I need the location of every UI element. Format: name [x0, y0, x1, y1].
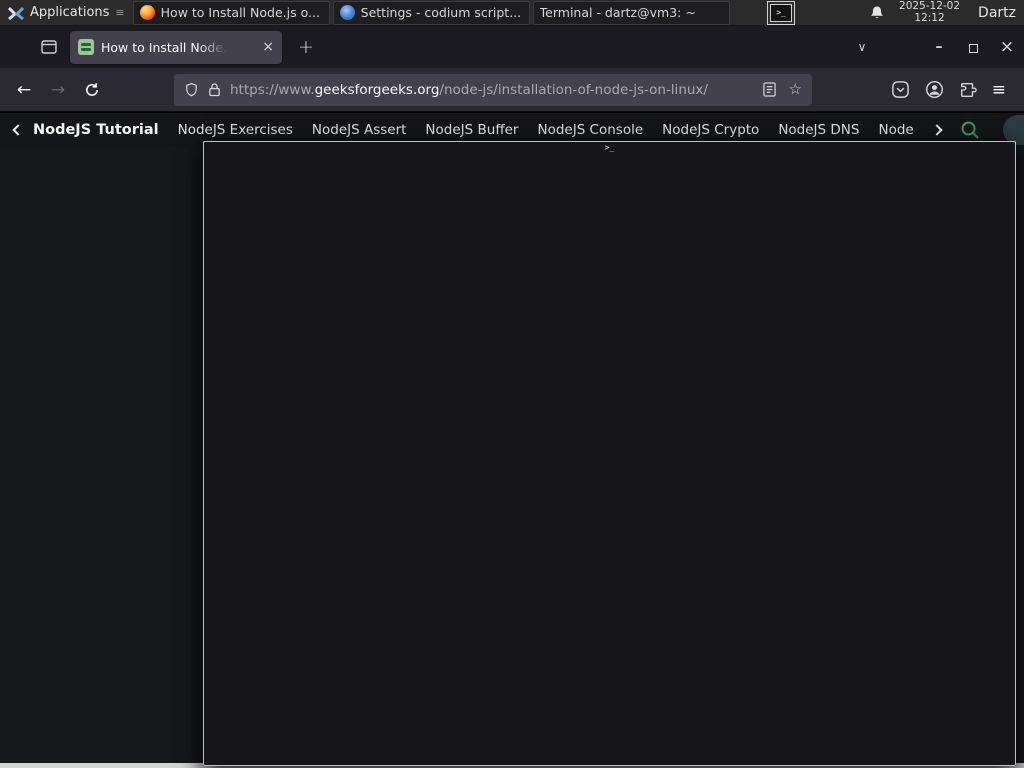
nav-link[interactable]: NodeJS Console	[537, 122, 643, 138]
system-tray: >_ 2025-12-02 12:12 Dartz	[767, 0, 1024, 26]
chevron-right-icon[interactable]	[931, 124, 943, 136]
notification-bell-icon[interactable]	[869, 5, 885, 21]
terminal-glyph: >_	[770, 3, 793, 22]
nav-link[interactable]: Node	[878, 122, 913, 138]
forward-button[interactable]: →	[46, 80, 70, 100]
applications-label: Applications	[30, 5, 110, 20]
url-scheme: https://www.	[230, 81, 315, 98]
nav-link[interactable]: NodeJS Crypto	[662, 122, 759, 138]
taskbar-button-firefox[interactable]: How to Install Node.js o...	[132, 0, 330, 25]
back-button[interactable]: ←	[12, 80, 36, 100]
shield-icon[interactable]	[184, 82, 199, 98]
url-bar[interactable]: https://www.geeksforgeeks.org/node-js/in…	[174, 73, 812, 106]
nav-link[interactable]: NodeJS Exercises	[178, 122, 293, 138]
search-icon[interactable]	[960, 120, 980, 140]
taskbar-button-terminal[interactable]: >_ Terminal - dartz@vm3: ~	[203, 0, 1016, 766]
extensions-icon[interactable]	[959, 81, 977, 99]
navigation-toolbar: ← → https://www.geeksforgeeks.org/node-j…	[0, 68, 1024, 112]
nav-link[interactable]: NodeJS Buffer	[425, 122, 518, 138]
chevron-left-icon[interactable]	[12, 124, 24, 136]
firefox-icon	[139, 5, 155, 20]
codium-icon	[339, 5, 355, 20]
taskbar-button-label: How to Install Node.js o...	[160, 5, 320, 20]
page-nav-links: NodeJS Tutorial NodeJS Exercises NodeJS As…	[33, 122, 914, 138]
taskbar-button-codium[interactable]: Settings - codium script...	[332, 0, 530, 25]
toolbar-right-icons: ≡	[891, 80, 1006, 100]
clock-time: 12:12	[914, 11, 945, 24]
new-tab-button[interactable]: +	[298, 36, 314, 58]
window-maximize-button[interactable]	[956, 38, 990, 57]
desktop: Applications ≡ How to Install Node.js o.…	[0, 0, 1024, 768]
clock-date: 2025-12-02	[899, 0, 961, 12]
reader-mode-icon[interactable]	[762, 82, 776, 97]
window-close-button[interactable]: ×	[990, 37, 1024, 57]
geeksforgeeks-favicon	[78, 39, 94, 55]
window-controls: ∨ – ×	[847, 37, 1024, 57]
lock-icon[interactable]	[208, 82, 221, 97]
clock[interactable]: 2025-12-02 12:12	[899, 0, 961, 24]
xfce-logo-icon	[8, 6, 24, 20]
taskbar-button-label: Settings - codium script...	[360, 5, 522, 20]
top-panel: Applications ≡ How to Install Node.js o.…	[0, 0, 1024, 766]
firefox-view-icon[interactable]	[36, 34, 62, 60]
taskbar-button-label: Terminal - dartz@vm3: ~	[539, 5, 696, 20]
browser-tab[interactable]: How to Install Node.js on ×	[70, 30, 282, 64]
taskbar: How to Install Node.js o... Settings - co…	[130, 0, 1016, 766]
list-tabs-icon[interactable]: ∨	[847, 40, 877, 54]
bookmark-star-icon[interactable]: ☆	[789, 82, 802, 97]
tab-close-icon[interactable]: ×	[262, 40, 274, 54]
url-text: https://www.geeksforgeeks.org/node-js/in…	[230, 82, 708, 98]
window-minimize-button[interactable]: –	[922, 39, 956, 55]
tab-title: How to Install Node.js on	[101, 39, 227, 55]
nav-link[interactable]: NodeJS DNS	[778, 122, 859, 138]
menu-lines-icon: ≡	[115, 6, 124, 19]
account-icon[interactable]	[925, 80, 944, 99]
tab-bar: How to Install Node.js on × + ∨ – ×	[0, 26, 1024, 68]
terminal-tray-icon[interactable]: >_	[767, 0, 796, 25]
pocket-icon[interactable]	[891, 80, 910, 99]
nav-link[interactable]: NodeJS Assert	[312, 122, 407, 138]
menu-hamburger-icon[interactable]: ≡	[992, 80, 1006, 100]
applications-menu-button[interactable]: Applications ≡	[0, 0, 130, 26]
url-domain: geeksforgeeks.org	[314, 81, 440, 98]
url-path: /node-js/installation-of-node-js-on-linu…	[439, 81, 708, 98]
reload-button[interactable]	[80, 82, 104, 98]
nav-link[interactable]: NodeJS Tutorial	[33, 122, 159, 138]
user-menu[interactable]: Dartz	[978, 5, 1016, 21]
